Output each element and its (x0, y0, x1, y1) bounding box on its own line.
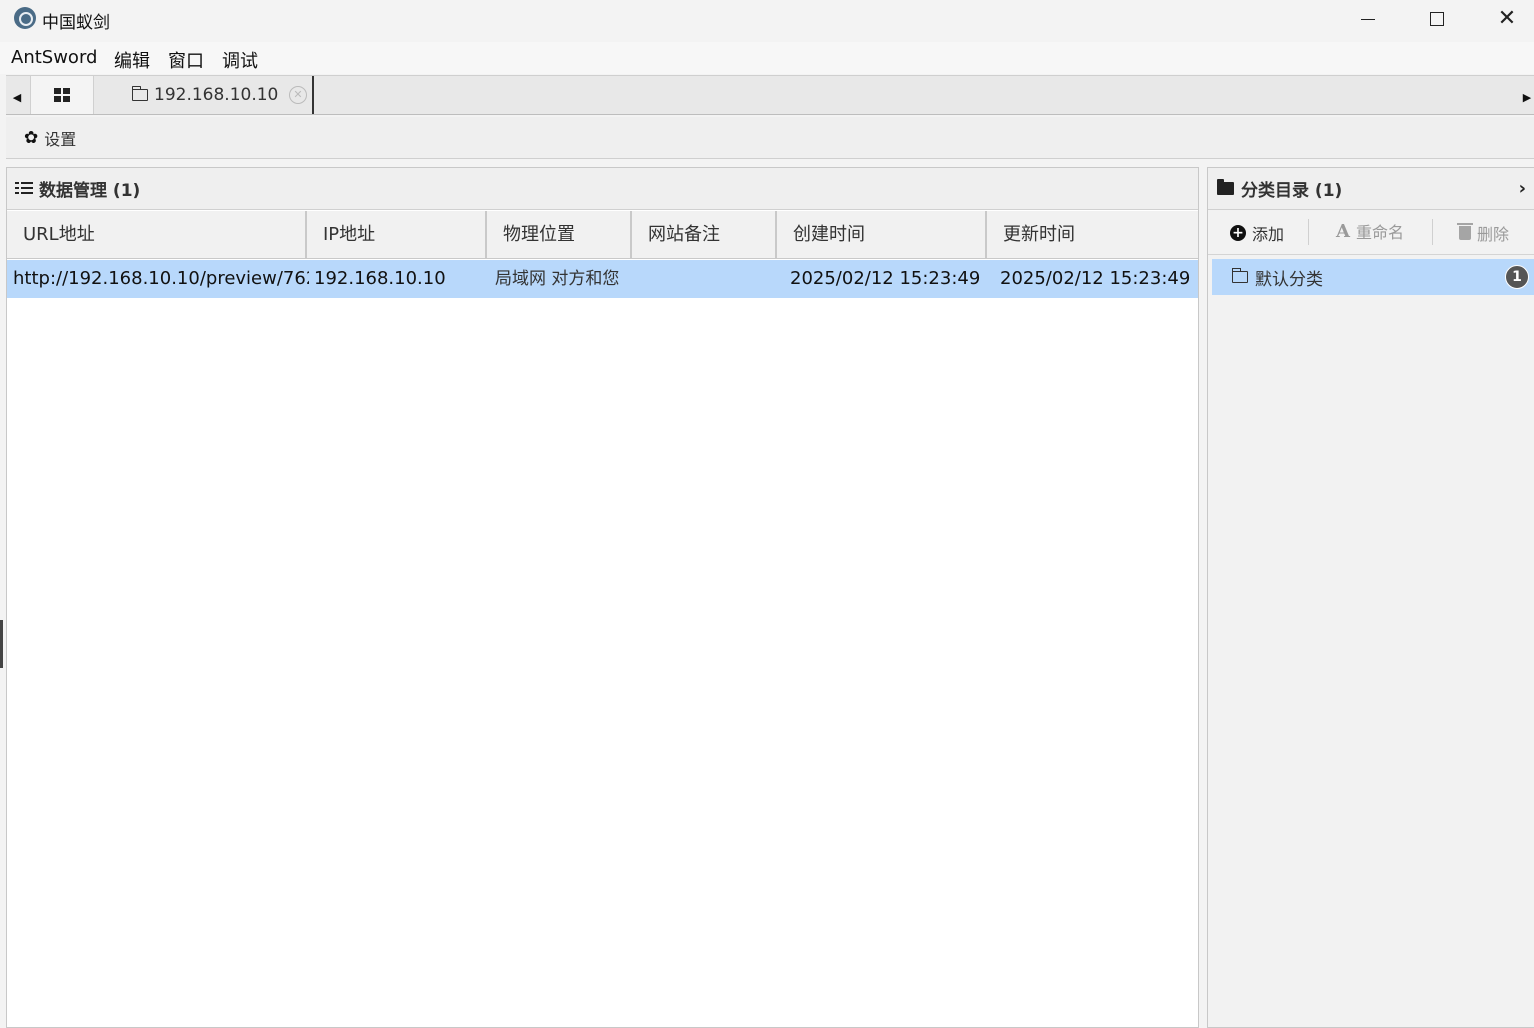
cell-updated: 2025/02/12 15:23:49 (1000, 268, 1191, 289)
table-row[interactable]: http://192.168.10.10/preview/762 192.168… (7, 260, 1198, 298)
title-bar: 中国蚁剑 ✕ (0, 0, 1534, 40)
menu-edit[interactable]: 编辑 (114, 47, 150, 73)
grid-icon (54, 88, 70, 102)
menu-window[interactable]: 窗口 (168, 47, 204, 73)
delete-category-label: 删除 (1477, 225, 1510, 244)
cell-ip: 192.168.10.10 (314, 268, 446, 289)
settings-label: 设置 (44, 130, 77, 149)
minimize-button[interactable] (1333, 0, 1403, 38)
column-header-url[interactable]: URL地址 (7, 211, 307, 259)
folder-icon (1217, 179, 1234, 195)
category-item-default[interactable]: 默认分类 1 (1212, 259, 1534, 295)
tab-host[interactable]: 192.168.10.10 ✕ (96, 76, 314, 114)
data-panel-header: 数据管理 (1) (7, 168, 1198, 210)
antsword-logo-icon (14, 7, 36, 29)
toolbar: ✿ 设置 (6, 117, 1534, 159)
chevron-right-icon[interactable]: › (1519, 178, 1526, 199)
category-toolbar: + 添加 A 重命名 删除 (1208, 211, 1534, 255)
gear-icon: ✿ (24, 128, 39, 148)
menu-antsword[interactable]: AntSword (11, 47, 97, 68)
category-panel-header: 分类目录 (1) › (1208, 168, 1534, 210)
column-header-location[interactable]: 物理位置 (487, 211, 632, 259)
rename-category-button[interactable]: A 重命名 (1336, 219, 1404, 243)
category-panel-title: 分类目录 (1) (1241, 181, 1343, 201)
cell-location: 局域网 对方和您 (495, 269, 620, 289)
column-header-created[interactable]: 创建时间 (777, 211, 987, 259)
rename-category-label: 重命名 (1355, 223, 1404, 242)
minimize-icon (1361, 18, 1375, 20)
cell-url: http://192.168.10.10/preview/762 (13, 268, 309, 289)
toolbar-divider (1432, 219, 1433, 245)
delete-category-button[interactable]: 删除 (1457, 221, 1510, 245)
column-header-note[interactable]: 网站备注 (632, 211, 777, 259)
tab-bar: ◀ 192.168.10.10 ✕ ▶ (6, 75, 1534, 115)
tab-scroll-right-button[interactable]: ▶ (1518, 82, 1534, 112)
menu-debug[interactable]: 调试 (222, 47, 258, 73)
data-panel: 数据管理 (1) URL地址 IP地址 物理位置 网站备注 创建时间 更新时间 … (6, 167, 1199, 1028)
trash-icon (1457, 223, 1473, 240)
column-header-updated[interactable]: 更新时间 (987, 211, 1198, 259)
folder-icon (131, 86, 148, 101)
category-panel: 分类目录 (1) › + 添加 A 重命名 删除 默认分类 1 (1207, 167, 1534, 1028)
window-edge-handle (0, 620, 3, 668)
folder-icon (1231, 268, 1248, 283)
maximize-icon (1430, 12, 1444, 26)
plus-circle-icon: + (1230, 225, 1246, 241)
list-icon (15, 181, 33, 196)
tab-close-icon[interactable]: ✕ (289, 86, 307, 104)
tab-home[interactable] (30, 76, 94, 114)
add-category-button[interactable]: + 添加 (1230, 221, 1284, 245)
cell-created: 2025/02/12 15:23:49 (790, 268, 981, 289)
add-category-label: 添加 (1252, 225, 1285, 244)
data-panel-title: 数据管理 (1) (39, 181, 141, 201)
tab-scroll-left-button[interactable]: ◀ (8, 82, 26, 112)
close-icon: ✕ (1497, 6, 1517, 31)
menu-bar: AntSword 编辑 窗口 调试 (0, 42, 1534, 74)
tab-host-label: 192.168.10.10 (154, 85, 279, 105)
close-button[interactable]: ✕ (1472, 0, 1534, 38)
category-label: 默认分类 (1255, 269, 1323, 290)
toolbar-divider (1308, 219, 1309, 245)
window-title: 中国蚁剑 (42, 13, 110, 33)
category-count-badge: 1 (1505, 265, 1529, 289)
column-header-ip[interactable]: IP地址 (307, 211, 487, 259)
settings-button[interactable]: ✿ 设置 (24, 126, 76, 150)
maximize-button[interactable] (1402, 0, 1472, 38)
font-icon: A (1336, 220, 1350, 242)
cell-note (639, 260, 777, 298)
